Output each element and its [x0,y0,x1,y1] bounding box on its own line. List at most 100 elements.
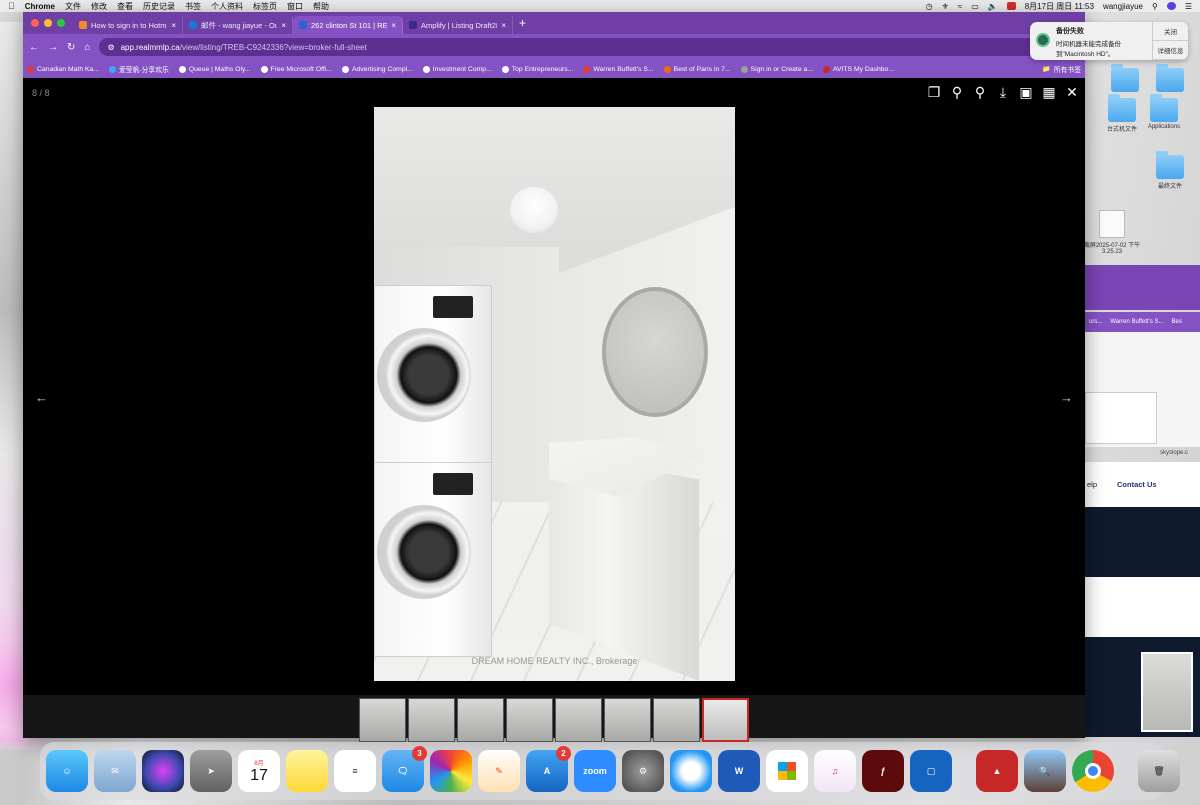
photo-thumbnail-8[interactable] [702,698,749,742]
zoom-app-icon[interactable]: zoom [574,750,616,792]
menu-edit[interactable]: 修改 [91,1,107,12]
preview-icon[interactable]: 🔍 [1024,750,1066,792]
desktop-screenshot-file[interactable]: 截屏2025-07-02 下午3.25.23 [1082,210,1142,255]
reload-icon[interactable]: ↻ [67,42,75,53]
zoom-out-icon[interactable]: ⚲ [950,84,964,100]
menu-bookmarks[interactable]: 书签 [185,1,201,12]
microsoft-store-icon[interactable] [766,750,808,792]
messages-icon[interactable]: 🗨 3 [382,746,427,792]
photo-thumbnail-7[interactable] [653,698,700,742]
desktop-folder-applications[interactable]: Applications [1134,94,1194,130]
microsoft-word-icon[interactable]: W [718,750,760,792]
acrobat-reader-icon[interactable]: ▲ [976,750,1018,792]
notes-icon[interactable] [286,750,328,792]
photos-icon[interactable] [430,750,472,792]
photo-thumbnail-2[interactable] [408,698,455,742]
all-bookmarks-folder[interactable]: 📁 所有书签 [1042,64,1081,74]
photo-thumbnail-3[interactable] [457,698,504,742]
grid-icon[interactable]: ▦ [1042,84,1056,100]
pages-icon[interactable]: ✎ [478,750,520,792]
music-note-icon[interactable]: ♫ [814,750,856,792]
bookmark-item[interactable]: Investment Comp... [422,65,492,73]
control-center-icon[interactable]: ☰ [1185,2,1192,11]
battery-icon[interactable]: ▭ [971,2,979,11]
menu-view[interactable]: 查看 [117,1,133,12]
close-window-button[interactable] [31,19,39,27]
close-tab-icon[interactable]: × [501,21,506,30]
menu-history[interactable]: 历史记录 [143,1,175,12]
flash-player-icon[interactable]: ƒ [862,750,904,792]
menu-app-name[interactable]: Chrome [25,2,55,11]
bookmark-item[interactable]: Sign in or Create a... [740,65,813,73]
bookmark-item[interactable]: Warren Buffett's S... [583,65,654,73]
back-arrow-icon[interactable]: ← [29,42,39,53]
bookmark-item[interactable]: Advertising Compl... [341,65,413,73]
desktop-folder-final-files[interactable]: 最终文件 [1140,151,1200,190]
bookmark-item[interactable]: AVITS My Dashbo... [822,65,894,73]
apple-menu-icon[interactable]:  [8,1,15,11]
screenshot-preview-thumbnail[interactable] [1141,652,1193,732]
menu-tabs[interactable]: 标签页 [253,1,277,12]
contact-us-link[interactable]: Contact Us [1117,480,1157,489]
siri-icon[interactable] [142,750,184,792]
minimize-window-button[interactable] [44,19,52,27]
input-source-flag-icon[interactable] [1006,2,1016,10]
menu-help[interactable]: 帮助 [313,1,329,12]
chrome-icon[interactable] [1072,750,1114,792]
menu-file[interactable]: 文件 [65,1,81,12]
notification-close-button[interactable]: 关闭 [1153,22,1188,41]
system-preferences-gear-icon[interactable]: ⚙ [622,750,664,792]
clock[interactable]: 8月17日 周日 11:53 [1025,1,1094,12]
finder-icon[interactable]: ☺ [46,750,88,792]
home-icon[interactable]: ⌂ [84,42,90,53]
volume-icon[interactable]: 🔈 [988,2,998,11]
address-bar[interactable]: ⚙ app.realmmlp.ca/view/listing/TREB-C924… [99,38,1061,56]
safari-compass-icon[interactable] [670,750,712,792]
forward-arrow-icon[interactable]: → [48,42,58,53]
siri-icon[interactable] [1166,2,1176,10]
tab-hotmail[interactable]: How to sign in to Hotmail - M × [73,16,183,34]
network-icon[interactable]: ⚜ [942,2,949,11]
mail-stamp-icon[interactable]: ✉ [94,750,136,792]
close-tab-icon[interactable]: × [171,21,176,30]
menu-profiles[interactable]: 个人资料 [211,1,243,12]
app-store-icon[interactable]: A2 [526,746,571,792]
time-machine-icon[interactable]: ◷ [926,2,933,11]
bookmark-item[interactable]: Queue | Maths Oly... [178,65,251,73]
tab-outlook[interactable]: 邮件 - wang jiayue - Outlook × [183,16,293,34]
trash-icon[interactable]: 🗑 [1138,750,1180,792]
zoom-window-button[interactable] [57,19,65,27]
spotlight-icon[interactable]: ⚲ [1152,2,1158,11]
bookmark-item[interactable]: Top Entrepreneurs... [501,65,573,73]
calendar-icon[interactable]: 8月 17 [238,750,280,792]
backup-failed-notification[interactable]: 备份失败 时间机器未能完成备份到"Macintosh HD"。 关闭 详细信息 [1030,22,1188,60]
photo-thumbnail-5[interactable] [555,698,602,742]
launchpad-rocket-icon[interactable]: ➤ [190,750,232,792]
copy-icon[interactable]: ❐ [927,84,941,100]
desktop-folder-2[interactable] [1140,64,1200,94]
tab-amplify[interactable]: Amplify | Listing Draft28635 × [403,16,513,34]
previous-photo-arrow-icon[interactable]: ← [35,390,48,405]
user-name[interactable]: wangjiayue [1103,2,1143,11]
download-icon[interactable]: ⤓ [996,84,1010,100]
close-viewer-icon[interactable]: ✕ [1065,84,1079,100]
new-tab-button[interactable]: + [513,16,532,34]
bookmark-item[interactable]: Free Microsoft Offi... [260,65,332,73]
bookmark-item[interactable]: Best of Paris in 7... [663,65,731,73]
photo-thumbnail-6[interactable] [604,698,651,742]
zoom-in-icon[interactable]: ⚲ [973,84,987,100]
photo-thumbnail-1[interactable] [359,698,406,742]
photo-thumbnail-4[interactable] [506,698,553,742]
close-tab-icon[interactable]: × [391,21,396,30]
reminders-icon[interactable]: ≡ [334,750,376,792]
notification-details-button[interactable]: 详细信息 [1153,41,1188,60]
bookmark-item[interactable]: Canadian Math Ka... [27,65,99,73]
next-photo-arrow-icon[interactable]: → [1060,390,1073,405]
menu-window[interactable]: 窗口 [287,1,303,12]
close-tab-icon[interactable]: × [281,21,286,30]
site-info-icon[interactable]: ⚙ [107,43,114,52]
search-image-icon[interactable]: ▣ [1019,84,1033,100]
tab-realm-listing[interactable]: 262 clinton St 101 | REALM × [293,16,403,34]
bookmark-item[interactable]: 爱莹帆-分享欢乐 [108,64,169,74]
help-menu-link[interactable]: elp [1087,480,1097,489]
